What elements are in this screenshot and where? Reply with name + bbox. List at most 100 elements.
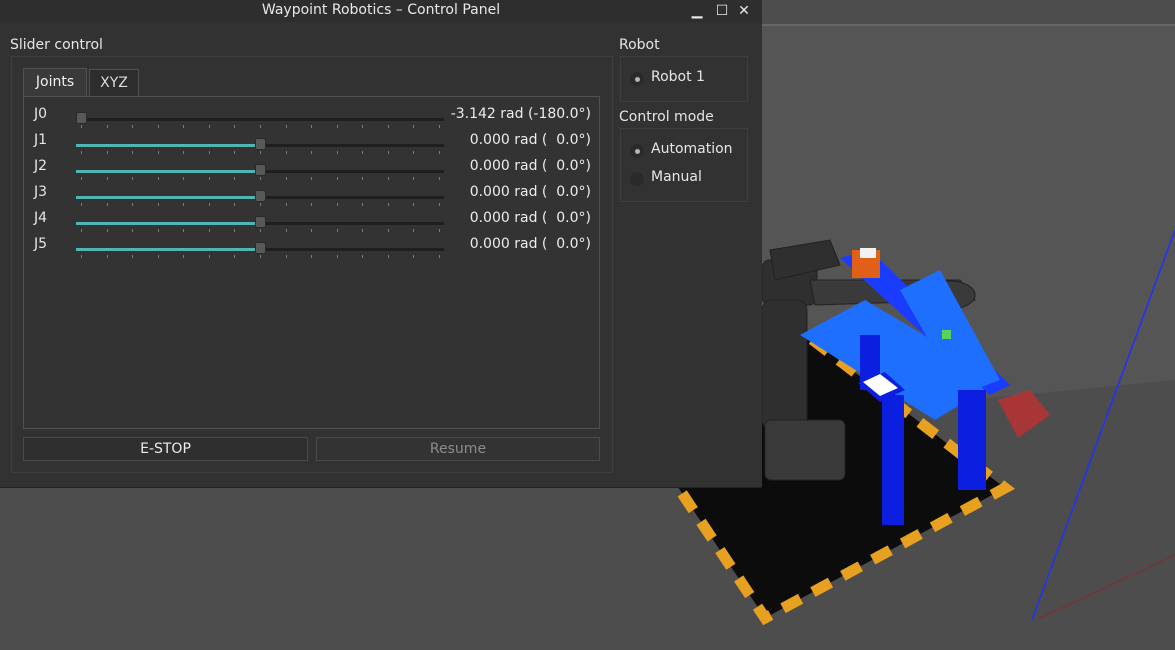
- slider-track[interactable]: [76, 118, 444, 121]
- slider-fill: [76, 222, 257, 225]
- slider-tick: [81, 177, 82, 180]
- slider-tick: [107, 151, 108, 154]
- green-marker: [942, 330, 951, 339]
- slider-tick: [107, 255, 108, 258]
- robot-group-label: Robot: [619, 37, 660, 53]
- slider-tick: [286, 177, 287, 180]
- slider-handle[interactable]: [255, 190, 266, 202]
- slider-tick: [158, 125, 159, 128]
- joint-row-j3: J3 0.000 rad ( 0.0°): [24, 184, 601, 211]
- slider-tick: [158, 151, 159, 154]
- slider-tick: [132, 229, 133, 232]
- slider-tick: [183, 203, 184, 206]
- joint-row-j4: J4 0.000 rad ( 0.0°): [24, 210, 601, 237]
- estop-button[interactable]: E-STOP: [23, 437, 308, 461]
- slider-tick: [107, 125, 108, 128]
- title-bar[interactable]: Waypoint Robotics – Control Panel ▁ ☐ ✕: [0, 0, 762, 22]
- control-mode-group: [620, 128, 748, 202]
- slider-ticks: [76, 151, 444, 157]
- joint-row-j1: J1 0.000 rad ( 0.0°): [24, 132, 601, 159]
- joint-slider[interactable]: [76, 211, 444, 232]
- slider-tick: [183, 125, 184, 128]
- slider-handle[interactable]: [255, 216, 266, 228]
- slider-tick: [81, 151, 82, 154]
- maximize-icon[interactable]: ☐: [711, 1, 733, 21]
- slider-tick: [81, 255, 82, 258]
- slider-tick: [209, 151, 210, 154]
- slider-ticks: [76, 229, 444, 235]
- slider-tick: [286, 229, 287, 232]
- slider-tick: [337, 151, 338, 154]
- joint-slider[interactable]: [76, 185, 444, 206]
- slider-tick: [132, 203, 133, 206]
- tab-xyz[interactable]: XYZ: [89, 69, 139, 96]
- slider-tick: [158, 255, 159, 258]
- slider-tick: [234, 151, 235, 154]
- slider-tick: [311, 151, 312, 154]
- joint-slider[interactable]: [76, 133, 444, 154]
- slider-tick: [439, 125, 440, 128]
- slider-tick: [439, 229, 440, 232]
- radio-button[interactable]: [630, 72, 644, 86]
- joint-slider[interactable]: [76, 237, 444, 258]
- slider-tick: [260, 255, 261, 258]
- close-icon[interactable]: ✕: [733, 1, 755, 21]
- slider-tick: [337, 203, 338, 206]
- slider-tick: [388, 229, 389, 232]
- slider-tick: [81, 203, 82, 206]
- slider-tick: [158, 203, 159, 206]
- slider-fill: [76, 248, 257, 251]
- joint-value: -3.142 rad (-180.0°): [450, 106, 591, 122]
- resume-button[interactable]: Resume: [316, 437, 600, 461]
- slider-tick: [413, 255, 414, 258]
- joint-row-j5: J5 0.000 rad ( 0.0°): [24, 236, 601, 263]
- window-title: Waypoint Robotics – Control Panel: [261, 2, 501, 18]
- slider-fill: [76, 144, 257, 147]
- slider-tick: [413, 229, 414, 232]
- slider-fill: [76, 196, 257, 199]
- slider-tick: [388, 177, 389, 180]
- slider-tick: [311, 203, 312, 206]
- slider-tick: [183, 177, 184, 180]
- radio-label: Robot 1: [651, 69, 705, 85]
- slider-tick: [183, 229, 184, 232]
- slider-tick: [413, 203, 414, 206]
- slider-tick: [260, 229, 261, 232]
- slider-tick: [286, 125, 287, 128]
- joint-slider[interactable]: [76, 107, 444, 128]
- slider-handle[interactable]: [255, 138, 266, 150]
- slider-ticks: [76, 255, 444, 261]
- slider-tick: [107, 229, 108, 232]
- slider-handle[interactable]: [76, 112, 87, 124]
- joint-name: J2: [34, 158, 48, 174]
- slider-tick: [286, 151, 287, 154]
- slider-tick: [362, 177, 363, 180]
- joint-slider[interactable]: [76, 159, 444, 180]
- minimize-icon[interactable]: ▁: [686, 1, 708, 21]
- joint-value: 0.000 rad ( 0.0°): [469, 184, 591, 200]
- slider-tick: [286, 203, 287, 206]
- joint-value: 0.000 rad ( 0.0°): [469, 236, 591, 252]
- slider-tick: [388, 255, 389, 258]
- tab-joints[interactable]: Joints: [23, 68, 87, 97]
- slider-tick: [439, 203, 440, 206]
- radio-button[interactable]: [630, 144, 644, 158]
- joint-name: J0: [34, 106, 48, 122]
- slider-handle[interactable]: [255, 164, 266, 176]
- slider-tick: [234, 177, 235, 180]
- radio-button[interactable]: [630, 172, 644, 186]
- joint-name: J4: [34, 210, 48, 226]
- joint-value: 0.000 rad ( 0.0°): [469, 132, 591, 148]
- slider-tick: [132, 255, 133, 258]
- slider-tick: [413, 151, 414, 154]
- slider-tick: [158, 177, 159, 180]
- slider-tick: [209, 125, 210, 128]
- slider-handle[interactable]: [255, 242, 266, 254]
- slider-tick: [362, 255, 363, 258]
- slider-tick: [362, 229, 363, 232]
- slider-tick: [234, 229, 235, 232]
- slider-tick: [132, 151, 133, 154]
- slider-tick: [260, 151, 261, 154]
- slider-tick: [413, 125, 414, 128]
- joint-name: J5: [34, 236, 48, 252]
